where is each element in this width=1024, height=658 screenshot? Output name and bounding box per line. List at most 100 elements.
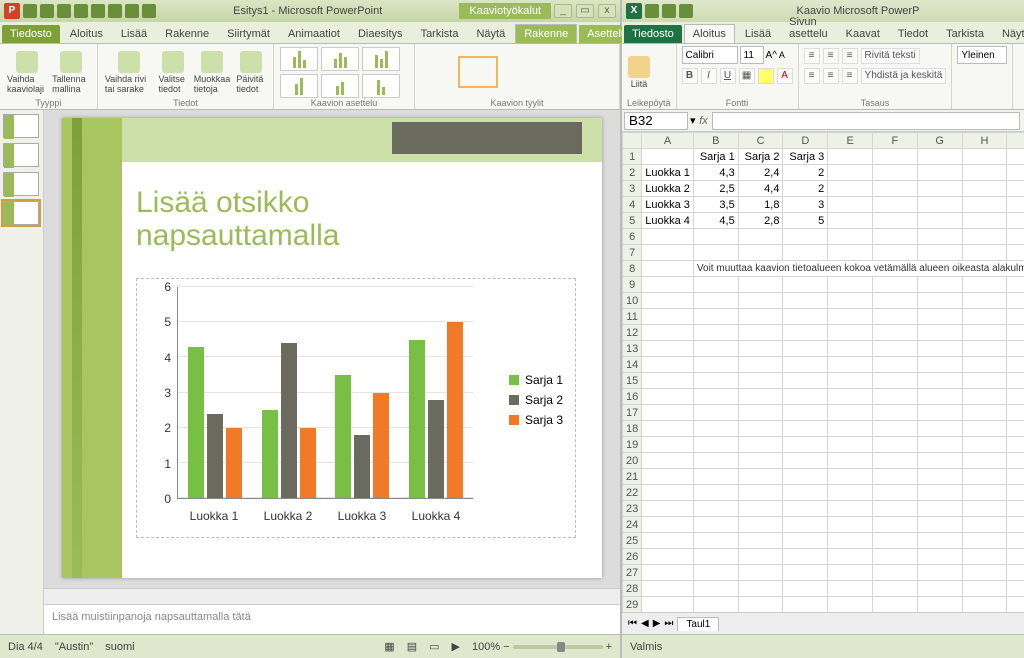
horizontal-scrollbar[interactable] xyxy=(44,588,620,604)
view-reading-icon[interactable]: ▭ xyxy=(429,640,439,653)
slide-thumb[interactable] xyxy=(3,201,39,225)
tab-chart-design[interactable]: Rakenne xyxy=(515,24,577,43)
tab-nav-first-icon[interactable]: ⏮ xyxy=(628,618,637,629)
change-chart-type-button[interactable]: Vaihda kaaviolaji xyxy=(6,50,47,95)
view-normal-icon[interactable]: ▦ xyxy=(384,640,394,653)
refresh-data-button[interactable]: Päivitä tiedot xyxy=(235,50,267,95)
undo-icon[interactable] xyxy=(662,4,676,18)
wrap-text-button[interactable]: Rivitä teksti xyxy=(861,48,920,64)
qat-icon[interactable] xyxy=(125,4,139,18)
undo-icon[interactable] xyxy=(40,4,54,18)
layout-thumb[interactable] xyxy=(321,74,359,98)
slide-title-placeholder[interactable]: Lisää otsikko napsauttamalla xyxy=(136,186,339,252)
ppt-ribbon: Vaihda kaaviolaji Tallenna mallina Tyypp… xyxy=(0,44,620,110)
style-thumb[interactable] xyxy=(499,58,535,86)
number-format-select[interactable] xyxy=(957,46,1007,64)
tab-insert[interactable]: Lisää xyxy=(737,25,779,43)
font-color-button[interactable]: A xyxy=(777,68,793,84)
underline-button[interactable]: U xyxy=(720,68,736,84)
save-icon[interactable] xyxy=(645,4,659,18)
align-right-icon[interactable]: ≡ xyxy=(842,68,858,84)
theme-left-bar xyxy=(62,118,122,578)
tab-insert[interactable]: Lisää xyxy=(113,25,155,43)
tab-nav-next-icon[interactable]: ▶ xyxy=(653,618,661,629)
sheet-tab[interactable]: Taul1 xyxy=(677,617,719,631)
tab-home[interactable]: Aloitus xyxy=(684,24,735,43)
grow-font-icon[interactable]: A^ xyxy=(766,50,777,61)
bold-button[interactable]: B xyxy=(682,68,698,84)
merge-center-button[interactable]: Yhdistä ja keskitä xyxy=(861,68,947,84)
layout-thumb[interactable] xyxy=(362,74,400,98)
spreadsheet-grid[interactable]: ABCDEFGHI1Sarja 1Sarja 2Sarja 32Luokka 1… xyxy=(622,132,1024,612)
qat-icon[interactable] xyxy=(108,4,122,18)
align-bottom-icon[interactable]: ≡ xyxy=(842,48,858,64)
slide-canvas[interactable]: Lisää otsikko napsauttamalla 0123456 Luo… xyxy=(44,110,620,588)
save-template-button[interactable]: Tallenna mallina xyxy=(51,50,91,95)
minimize-button[interactable]: _ xyxy=(554,4,572,18)
maximize-button[interactable]: ▭ xyxy=(576,4,594,18)
align-middle-icon[interactable]: ≡ xyxy=(823,48,839,64)
formula-input[interactable] xyxy=(712,112,1020,130)
align-top-icon[interactable]: ≡ xyxy=(804,48,820,64)
chart-legend: Sarja 1Sarja 2Sarja 3 xyxy=(509,367,563,433)
select-data-button[interactable]: Valitse tiedot xyxy=(158,50,189,95)
fx-icon[interactable]: fx xyxy=(696,115,712,127)
tab-animations[interactable]: Animaatiot xyxy=(280,25,348,43)
layout-thumb[interactable] xyxy=(362,47,400,71)
slide-thumb[interactable] xyxy=(3,143,39,167)
zoom-control[interactable]: 100% −+ xyxy=(472,641,612,653)
slide-editor: Lisää otsikko napsauttamalla 0123456 Luo… xyxy=(0,110,620,634)
tab-file[interactable]: Tiedosto xyxy=(624,25,682,43)
layout-thumb[interactable] xyxy=(280,74,318,98)
tab-nav-last-icon[interactable]: ⏭ xyxy=(664,618,673,629)
slide-thumb[interactable] xyxy=(3,172,39,196)
tab-slideshow[interactable]: Diaesitys xyxy=(350,25,411,43)
switch-row-col-button[interactable]: Vaihda rivi tai sarake xyxy=(104,50,154,95)
tab-view[interactable]: Näytä xyxy=(468,25,513,43)
tab-design[interactable]: Rakenne xyxy=(157,25,217,43)
name-box[interactable] xyxy=(624,112,688,130)
qat-icon[interactable] xyxy=(142,4,156,18)
edit-data-button[interactable]: Muokkaa tietoja xyxy=(193,50,232,95)
tab-data[interactable]: Tiedot xyxy=(890,25,936,43)
view-sorter-icon[interactable]: ▤ xyxy=(407,640,417,653)
tab-review[interactable]: Tarkista xyxy=(413,25,467,43)
qat-icon[interactable] xyxy=(91,4,105,18)
notes-pane[interactable]: Lisää muistiinpanoja napsauttamalla tätä xyxy=(44,604,620,634)
fill-color-button[interactable] xyxy=(758,68,774,84)
align-left-icon[interactable]: ≡ xyxy=(804,68,820,84)
tab-view[interactable]: Näytä xyxy=(994,25,1024,43)
save-icon[interactable] xyxy=(23,4,37,18)
style-thumb[interactable] xyxy=(421,58,457,86)
layout-thumb[interactable] xyxy=(280,47,318,71)
slide-thumb[interactable] xyxy=(3,114,39,138)
tab-review[interactable]: Tarkista xyxy=(938,25,992,43)
border-button[interactable]: ▦ xyxy=(739,68,755,84)
chart-object[interactable]: 0123456 Luokka 1Luokka 2Luokka 3Luokka 4… xyxy=(136,278,576,538)
font-size-input[interactable] xyxy=(740,46,764,64)
redo-icon[interactable] xyxy=(57,4,71,18)
align-center-icon[interactable]: ≡ xyxy=(823,68,839,84)
italic-button[interactable]: I xyxy=(701,68,717,84)
chart-layout-gallery[interactable] xyxy=(280,47,408,98)
style-thumb[interactable] xyxy=(577,58,613,86)
slide[interactable]: Lisää otsikko napsauttamalla 0123456 Luo… xyxy=(62,118,602,578)
contextual-title: Kaaviotyökalut xyxy=(459,3,551,19)
tab-file[interactable]: Tiedosto xyxy=(2,25,60,43)
font-name-input[interactable] xyxy=(682,46,738,64)
tab-pagelayout[interactable]: Sivun asettelu xyxy=(781,13,836,43)
layout-thumb[interactable] xyxy=(321,47,359,71)
paste-button[interactable]: Liitä xyxy=(627,55,651,90)
tab-nav-prev-icon[interactable]: ◀ xyxy=(641,618,649,629)
redo-icon[interactable] xyxy=(679,4,693,18)
shrink-font-icon[interactable]: A xyxy=(779,50,785,60)
view-slideshow-icon[interactable]: ▶ xyxy=(452,640,460,653)
style-thumb[interactable] xyxy=(538,58,574,86)
chart-style-gallery[interactable] xyxy=(421,58,613,86)
tab-transitions[interactable]: Siirtymät xyxy=(219,25,278,43)
qat-icon[interactable] xyxy=(74,4,88,18)
tab-formulas[interactable]: Kaavat xyxy=(838,25,888,43)
style-thumb[interactable] xyxy=(460,58,496,86)
tab-home[interactable]: Aloitus xyxy=(62,25,111,43)
close-button[interactable]: x xyxy=(598,4,616,18)
